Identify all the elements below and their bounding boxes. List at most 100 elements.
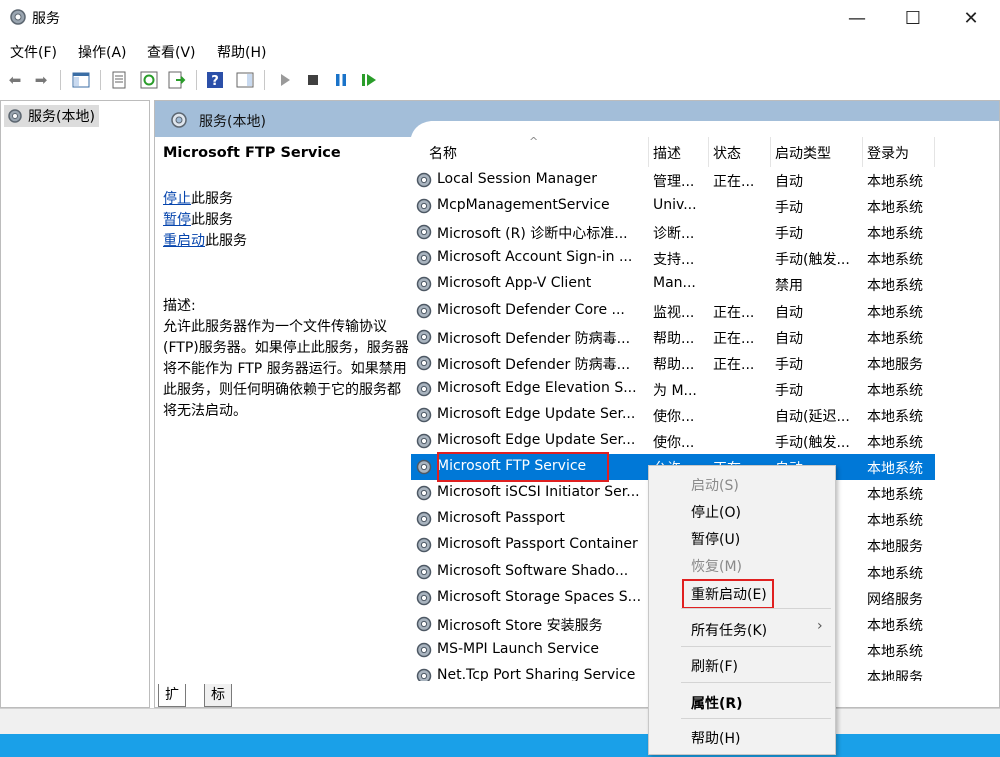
service-logon-cell: 本地系统 <box>867 382 923 399</box>
column-description[interactable]: 描述 <box>649 137 709 167</box>
pause-service-link[interactable]: 暂停 <box>163 212 191 228</box>
service-row[interactable]: Microsoft Defender 防病毒... 帮助... 正在... 手动 本地服… <box>411 350 935 376</box>
service-startup-type-cell: 手动 <box>775 226 803 243</box>
service-gear-icon <box>416 224 432 240</box>
service-logon-cell: 网络服务 <box>867 591 923 608</box>
service-gear-icon <box>416 198 432 214</box>
service-gear-icon <box>416 485 432 501</box>
menu-file[interactable]: 文件(F) <box>10 42 57 62</box>
console-tree: 服务(本地) <box>0 100 150 708</box>
tab-standard[interactable]: 标准 <box>204 684 232 725</box>
forward-arrow-icon[interactable]: ➡ <box>30 69 52 91</box>
service-description-cell: 为 M... <box>653 382 697 399</box>
service-row[interactable]: McpManagementService Univ... 手动 本地系统 <box>411 193 935 219</box>
service-logon-cell: 本地系统 <box>867 226 923 243</box>
service-logon-cell: 本地系统 <box>867 278 923 295</box>
service-name-cell: Microsoft Edge Elevation S... <box>437 379 637 396</box>
menu-view[interactable]: 查看(V) <box>147 42 196 62</box>
show-hide-console-tree-icon[interactable] <box>70 69 92 91</box>
service-description-cell: 帮助... <box>653 356 695 373</box>
service-startup-type-cell: 禁用 <box>775 278 803 295</box>
service-row[interactable]: Local Session Manager 管理... 正在... 自动 本地系统 <box>411 167 935 193</box>
service-description-cell: 帮助... <box>653 330 695 347</box>
service-gear-icon <box>416 303 432 318</box>
service-logon-cell: 本地系统 <box>867 461 923 478</box>
service-name-cell: Microsoft Edge Update Ser... <box>437 405 636 422</box>
refresh-icon[interactable] <box>138 69 160 91</box>
menu-bar: 文件(F) 操作(A) 查看(V) 帮助(H) <box>0 38 1000 64</box>
service-gear-icon <box>416 381 432 397</box>
menu-item-resume[interactable]: 恢复(M) <box>691 556 742 576</box>
service-gear-icon <box>416 538 432 553</box>
stop-service-link[interactable]: 停止 <box>163 191 191 207</box>
svg-text:?: ? <box>211 74 219 89</box>
service-logon-cell: 本地系统 <box>867 513 923 530</box>
properties-sheet-icon[interactable] <box>108 69 130 91</box>
minimize-button[interactable]: — <box>834 0 880 36</box>
service-startup-type-cell: 手动 <box>775 356 803 373</box>
service-name-cell: MS-MPI Launch Service <box>437 640 600 657</box>
menu-item-pause[interactable]: 暂停(U) <box>691 529 740 549</box>
menu-item-start[interactable]: 启动(S) <box>691 475 739 495</box>
service-name-cell: Microsoft Passport <box>437 510 565 527</box>
service-row[interactable]: Microsoft Edge Elevation S... 为 M... 手动 本地系… <box>411 376 935 402</box>
service-row[interactable]: Microsoft App-V Client Man... 禁用 本地系统 <box>411 271 935 297</box>
service-gear-icon <box>416 668 432 681</box>
service-logon-cell: 本地服务 <box>867 356 923 373</box>
service-row[interactable]: Microsoft Defender 防病毒... 帮助... 正在... 自动 本地系… <box>411 324 935 350</box>
service-row[interactable]: Microsoft Account Sign-in ... 支持... 手动(触发.… <box>411 245 935 271</box>
service-startup-type-cell: 手动 <box>775 200 803 217</box>
service-row[interactable]: Microsoft Edge Update Ser... 使你... 自动(延迟..… <box>411 402 935 428</box>
service-gear-icon <box>416 251 432 266</box>
service-description-cell: Univ... <box>653 197 697 214</box>
service-status-cell: 正在... <box>713 304 755 321</box>
service-description-cell: 使你... <box>653 435 695 451</box>
service-name-cell: Microsoft Defender 防病毒... <box>437 356 631 373</box>
show-action-pane-icon[interactable] <box>234 69 256 91</box>
service-gear-icon <box>416 642 432 658</box>
tab-extended[interactable]: 扩展 <box>158 684 186 725</box>
stop-service-icon[interactable] <box>302 69 324 91</box>
column-name[interactable]: 名称 <box>425 137 649 167</box>
menu-action[interactable]: 操作(A) <box>78 42 127 62</box>
menu-item-stop[interactable]: 停止(O) <box>691 502 741 522</box>
column-status[interactable]: 状态 <box>709 137 771 167</box>
submenu-arrow-icon: › <box>817 618 823 634</box>
menu-item-help[interactable]: 帮助(H) <box>691 728 740 748</box>
service-gear-icon <box>416 407 432 423</box>
pause-service-icon[interactable] <box>330 69 352 91</box>
service-row[interactable]: Microsoft Defender Core ... 监视... 正在... 自动 本… <box>411 298 935 324</box>
column-startup-type[interactable]: 启动类型 <box>771 137 863 167</box>
service-row[interactable]: Microsoft Edge Update Ser... 使你... 手动(触发..… <box>411 428 935 454</box>
back-arrow-icon[interactable]: ⬅ <box>4 69 26 91</box>
menu-item-properties[interactable]: 属性(R) <box>691 693 743 713</box>
service-name-cell: Microsoft Defender Core ... <box>437 301 625 318</box>
service-startup-type-cell: 自动 <box>775 174 803 190</box>
menu-item-refresh[interactable]: 刷新(F) <box>691 656 738 676</box>
service-name-cell: Microsoft Defender 防病毒... <box>437 330 631 347</box>
list-header: ^ 名称 描述 状态 启动类型 登录为 <box>411 137 999 167</box>
tree-item-services-local[interactable]: 服务(本地) <box>4 105 99 127</box>
restart-service-link[interactable]: 重启动 <box>163 233 205 249</box>
menu-help[interactable]: 帮助(H) <box>217 42 266 62</box>
maximize-button[interactable]: ☐ <box>890 0 936 36</box>
description-pane: Microsoft FTP Service 停止此服务 暂停此服务 重启动此服务… <box>163 145 411 422</box>
service-row[interactable]: Microsoft (R) 诊断中心标准... 诊断... 手动 本地系统 <box>411 219 935 245</box>
service-description-cell: Man... <box>653 275 696 292</box>
help-icon[interactable]: ? <box>204 69 226 91</box>
close-button[interactable]: ✕ <box>948 0 994 36</box>
restart-service-icon[interactable] <box>358 69 380 91</box>
panel-title: 服务(本地) <box>199 114 266 130</box>
toolbar: ⬅ ➡ ? <box>0 66 1000 94</box>
export-list-icon[interactable] <box>166 69 188 91</box>
start-service-icon[interactable] <box>274 69 296 91</box>
link-suffix: 此服务 <box>205 233 247 249</box>
service-description-cell: 诊断... <box>653 226 695 243</box>
menu-item-all-tasks[interactable]: 所有任务(K) <box>691 620 767 640</box>
service-description-cell: 管理... <box>653 174 695 190</box>
panel-header: 服务(本地) <box>155 101 999 137</box>
highlight-box-restart <box>682 579 774 609</box>
service-gear-icon <box>416 172 432 188</box>
service-name-cell: Microsoft Passport Container <box>437 536 638 553</box>
column-log-on-as[interactable]: 登录为 <box>863 137 935 167</box>
